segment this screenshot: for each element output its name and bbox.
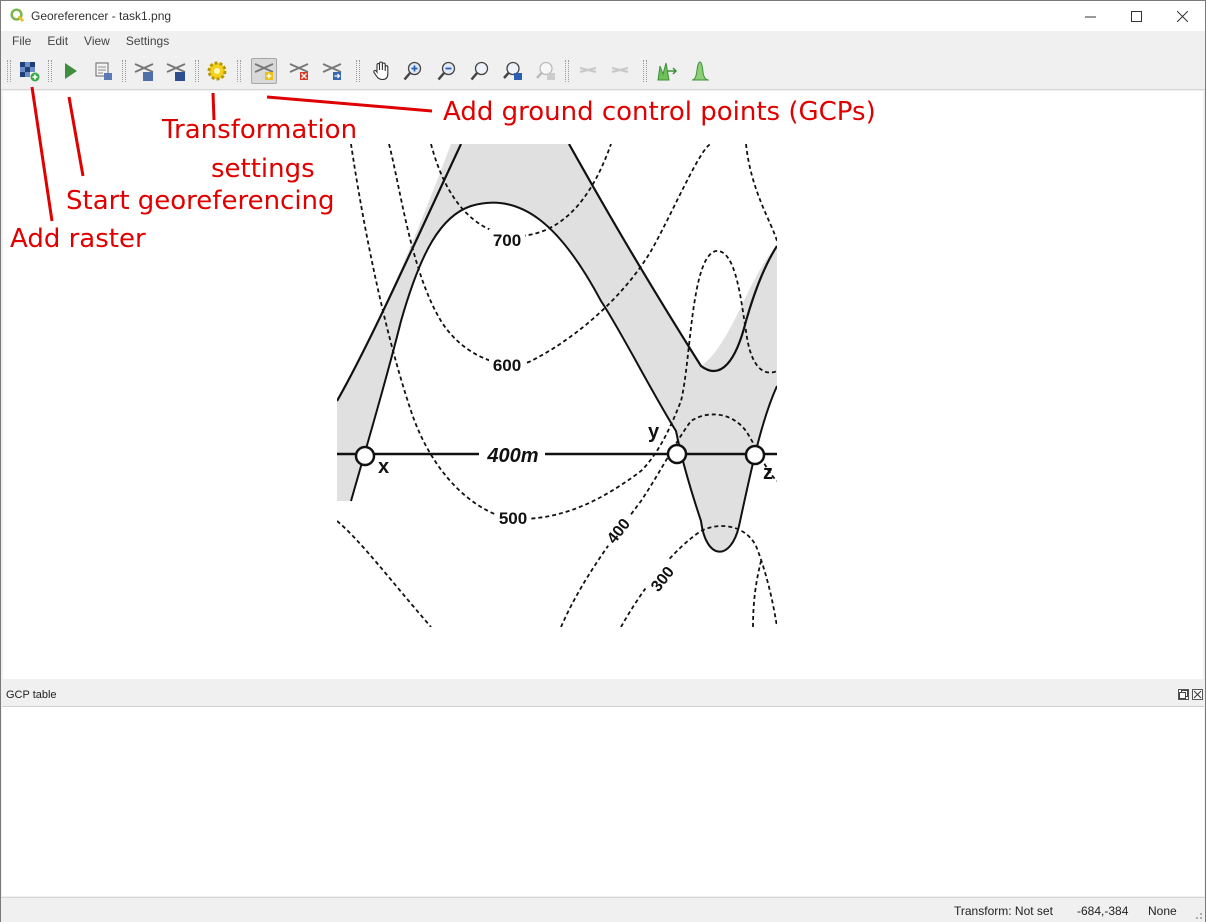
crs-status: None (1148, 904, 1177, 918)
contour-label-600: 600 (493, 356, 521, 375)
toolbar (1, 52, 1205, 90)
pan-icon (373, 61, 389, 81)
menu-edit[interactable]: Edit (39, 31, 76, 52)
coordinate-readout: -684,-384 (1077, 904, 1129, 918)
delete-point-icon (289, 63, 309, 80)
annotation-transformation-settings-line2: settings (211, 154, 315, 184)
minimize-button[interactable] (1067, 1, 1113, 31)
contour-line (337, 520, 432, 627)
title-bar: Georeferencer - task1.png (1, 1, 1205, 31)
minimize-icon (1084, 16, 1096, 17)
menu-bar: File Edit View Settings (1, 31, 1205, 52)
zoom-next-button[interactable] (533, 58, 559, 84)
local-histogram-stretch-button[interactable] (687, 58, 713, 84)
float-icon (1179, 690, 1188, 699)
point-y-marker (666, 443, 688, 465)
link-qgis-to-georeferencer-icon (611, 67, 629, 73)
load-gcp-points-button[interactable] (131, 58, 157, 84)
gcp-table-dock-header: GCP table (1, 685, 1205, 705)
dock-float-button[interactable] (1178, 689, 1189, 700)
point-x-marker (354, 445, 376, 467)
transformation-settings-button[interactable] (204, 58, 230, 84)
qgis-logo-icon (10, 8, 25, 23)
add-point-button[interactable] (251, 58, 277, 84)
zoom-next-icon (536, 61, 555, 80)
status-bar: Transform: Not set -684,-384 None (1, 897, 1205, 922)
maximize-button[interactable] (1113, 1, 1159, 31)
contour-label-500: 500 (499, 509, 527, 528)
annotation-transformation-settings-line1: Transformation (162, 115, 358, 145)
toolbar-separator (643, 60, 647, 82)
zoom-last-icon (503, 61, 522, 80)
load-gcp-points-icon (134, 63, 154, 81)
generate-gdal-script-button[interactable] (90, 58, 116, 84)
sandstone-band (337, 144, 777, 552)
close-icon (1193, 690, 1202, 699)
close-button[interactable] (1159, 1, 1205, 31)
point-y-label: y (648, 421, 660, 443)
start-georeferencing-icon (65, 63, 77, 79)
zoom-last-button[interactable] (500, 58, 526, 84)
dock-close-button[interactable] (1192, 689, 1203, 700)
window-title: Georeferencer - task1.png (31, 9, 172, 23)
link-qgis-to-georeferencer-button[interactable] (607, 58, 633, 84)
zoom-to-layer-button[interactable] (467, 58, 493, 84)
annotation-start-georeferencing: Start georeferencing (66, 186, 335, 216)
full-histogram-stretch-icon (657, 62, 678, 81)
toolbar-separator (237, 60, 241, 82)
gcp-table[interactable] (2, 706, 1204, 896)
local-histogram-stretch-icon (691, 61, 710, 81)
toolbar-separator (356, 60, 360, 82)
close-icon (1176, 10, 1188, 22)
toolbar-handle[interactable] (7, 60, 11, 82)
link-georeferencer-to-qgis-button[interactable] (575, 58, 601, 84)
menu-view[interactable]: View (76, 31, 118, 52)
move-gcp-point-button[interactable] (319, 58, 345, 84)
maximize-icon (1130, 10, 1142, 22)
menu-file[interactable]: File (4, 31, 39, 52)
save-gcp-points-icon (166, 63, 186, 81)
save-gcp-points-button[interactable] (163, 58, 189, 84)
contour-label-400m: 400m (486, 445, 538, 467)
dock-title: GCP table (6, 689, 57, 701)
raster-image: 700 600 400m 500 400 300 x y z (337, 144, 777, 627)
point-z-label: z (763, 462, 773, 484)
add-raster-icon (20, 62, 40, 82)
toolbar-separator (565, 60, 569, 82)
transform-status: Transform: Not set (954, 904, 1053, 918)
toolbar-separator (122, 60, 126, 82)
add-point-icon (254, 63, 274, 80)
zoom-in-icon (403, 61, 422, 81)
zoom-in-button[interactable] (400, 58, 426, 84)
full-histogram-stretch-button[interactable] (654, 58, 680, 84)
menu-settings[interactable]: Settings (118, 31, 177, 52)
contour-label-700: 700 (493, 231, 521, 250)
move-gcp-point-icon (322, 63, 342, 80)
point-z-marker (744, 444, 766, 466)
zoom-out-icon (437, 61, 456, 81)
geologic-contact-line (337, 144, 462, 402)
link-georeferencer-to-qgis-icon (579, 67, 597, 73)
delete-point-button[interactable] (286, 58, 312, 84)
add-raster-button[interactable] (16, 58, 42, 84)
contour-line (752, 560, 762, 627)
toolbar-separator (48, 60, 52, 82)
annotation-add-gcps: Add ground control points (GCPs) (443, 97, 876, 127)
pan-button[interactable] (368, 58, 394, 84)
zoom-to-layer-icon (470, 61, 489, 81)
zoom-out-button[interactable] (434, 58, 460, 84)
annotation-add-raster: Add raster (10, 224, 146, 254)
toolbar-separator (195, 60, 199, 82)
contour-line (745, 144, 777, 242)
start-georeferencing-button[interactable] (57, 58, 83, 84)
generate-gdal-script-icon (95, 62, 112, 80)
georeferencer-map-canvas[interactable]: 700 600 400m 500 400 300 x y z (3, 91, 1203, 679)
transformation-settings-icon (207, 61, 227, 81)
resize-grip-icon[interactable] (1191, 908, 1203, 920)
point-x-label: x (378, 456, 389, 478)
